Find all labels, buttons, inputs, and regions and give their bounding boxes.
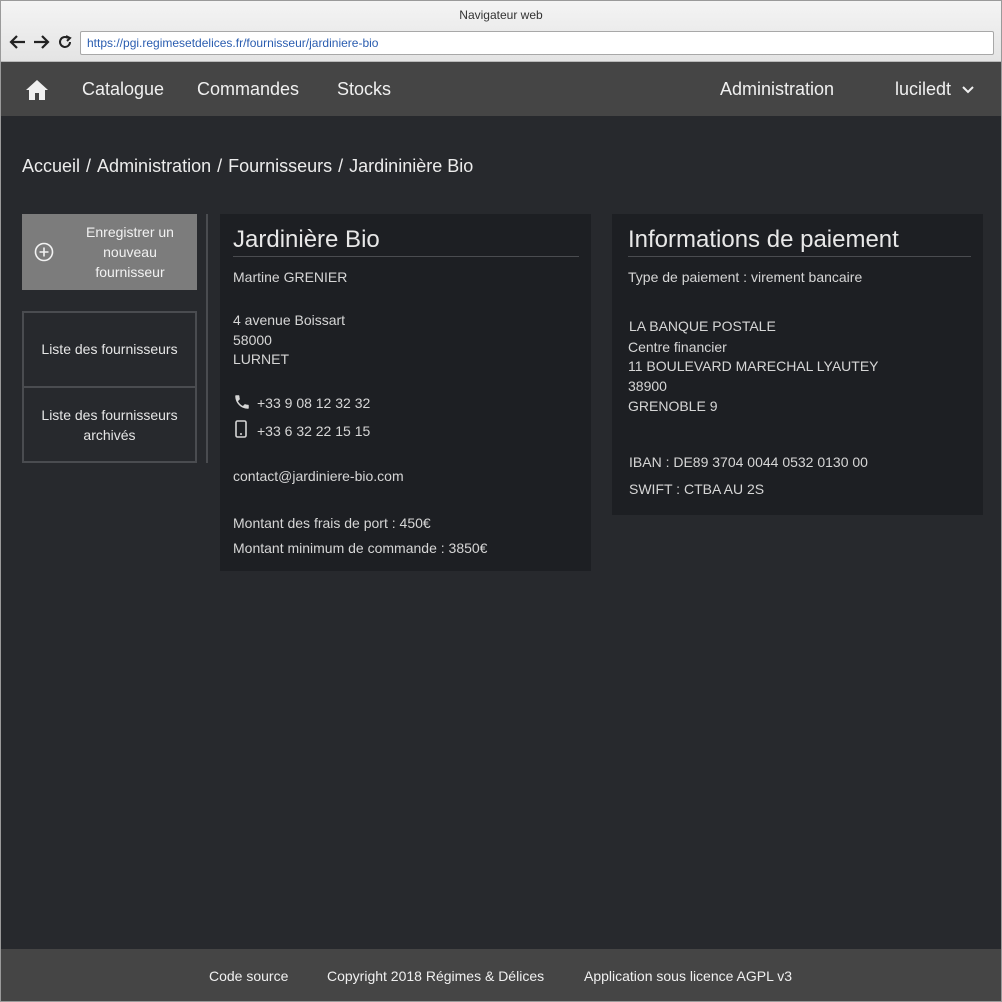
- user-menu[interactable]: luciledt: [895, 79, 975, 100]
- bank-branch: Centre financier: [628, 339, 727, 355]
- plus-circle-icon: [34, 242, 54, 262]
- payment-type: Type de paiement : virement bancaire: [628, 269, 863, 285]
- footer-source-link[interactable]: Code source: [209, 968, 288, 984]
- back-icon[interactable]: [8, 31, 28, 53]
- bank-name: LA BANQUE POSTALE: [629, 318, 776, 334]
- chevron-down-icon: [962, 85, 974, 93]
- nav-commandes[interactable]: Commandes: [197, 79, 299, 100]
- supplier-panel: Jardinière Bio Martine GRENIER 4 avenue …: [220, 214, 591, 571]
- sidebar-item-archived-suppliers[interactable]: Liste des fournisseurs archivés: [24, 405, 195, 445]
- supplier-shipping-fee: Montant des frais de port : 450€: [233, 515, 431, 531]
- breadcrumb-home[interactable]: Accueil: [22, 156, 80, 176]
- payment-swift: SWIFT : CTBA AU 2S: [629, 481, 765, 497]
- browser-chrome: Navigateur web https://pgi.regimesetdeli…: [1, 1, 1001, 62]
- user-name: luciledt: [895, 79, 952, 99]
- phone-icon: [235, 395, 249, 409]
- bank-city: GRENOBLE 9: [628, 398, 718, 414]
- supplier-mobile: +33 6 32 22 15 15: [257, 423, 371, 439]
- sidebar-separator: [206, 214, 208, 463]
- reload-icon[interactable]: [55, 31, 75, 53]
- nav-administration[interactable]: Administration: [720, 79, 834, 100]
- supplier-address-postcode: 58000: [233, 332, 272, 348]
- url-bar[interactable]: https://pgi.regimesetdelices.fr/fourniss…: [80, 31, 994, 55]
- payment-title: Informations de paiement: [628, 226, 899, 253]
- payment-iban: IBAN : DE89 3704 0044 0532 0130 00: [629, 454, 868, 470]
- supplier-email-link[interactable]: contact@jardiniere-bio.com: [233, 468, 404, 484]
- footer-copyright: Copyright 2018 Régimes & Délices: [327, 968, 545, 984]
- browser-title: Navigateur web: [459, 8, 543, 22]
- add-supplier-button[interactable]: Enregistrer un nouveau fournisseur: [22, 214, 197, 290]
- bank-postcode: 38900: [628, 378, 667, 394]
- top-navbar: Catalogue Commandes Stocks Administratio…: [1, 62, 1001, 116]
- supplier-phone: +33 9 08 12 32 32: [257, 395, 371, 411]
- sidebar-links: Liste des fournisseurs Liste des fournis…: [22, 311, 197, 463]
- sidebar-divider: [24, 386, 195, 388]
- supplier-email[interactable]: contact@jardiniere-bio.com: [233, 468, 404, 484]
- add-supplier-label: Enregistrer un nouveau fournisseur: [86, 224, 174, 280]
- footer: Code source Copyright 2018 Régimes & Dél…: [1, 949, 1001, 1001]
- supplier-address-street: 4 avenue Boissart: [233, 312, 346, 328]
- payment-title-rule: [628, 256, 971, 257]
- nav-catalogue[interactable]: Catalogue: [82, 79, 164, 100]
- supplier-name: Jardinière Bio: [233, 226, 380, 253]
- supplier-title-rule: [233, 256, 579, 257]
- home-icon[interactable]: [25, 79, 49, 106]
- payment-panel: Informations de paiement Type de paiemen…: [612, 214, 983, 515]
- browser-window: Navigateur web https://pgi.regimesetdeli…: [0, 0, 1002, 1002]
- supplier-contact: Martine GRENIER: [233, 269, 348, 285]
- sidebar-item-supplier-list[interactable]: Liste des fournisseurs: [24, 339, 195, 359]
- supplier-address-city: LURNET: [233, 351, 290, 367]
- nav-stocks[interactable]: Stocks: [337, 79, 391, 100]
- mobile-icon: [235, 420, 247, 438]
- breadcrumb-administration[interactable]: Administration: [97, 156, 211, 176]
- forward-icon[interactable]: [31, 31, 51, 53]
- bank-street: 11 BOULEVARD MARECHAL LYAUTEY: [628, 358, 879, 374]
- breadcrumb-fournisseurs[interactable]: Fournisseurs: [228, 156, 332, 176]
- breadcrumb-current: Jardininière Bio: [349, 156, 474, 176]
- footer-license-link[interactable]: Application sous licence AGPL v3: [584, 968, 792, 984]
- breadcrumb: Accueil / Administration / Fournisseurs / Jard…: [22, 156, 474, 176]
- supplier-min-order: Montant minimum de commande : 3850€: [233, 540, 488, 556]
